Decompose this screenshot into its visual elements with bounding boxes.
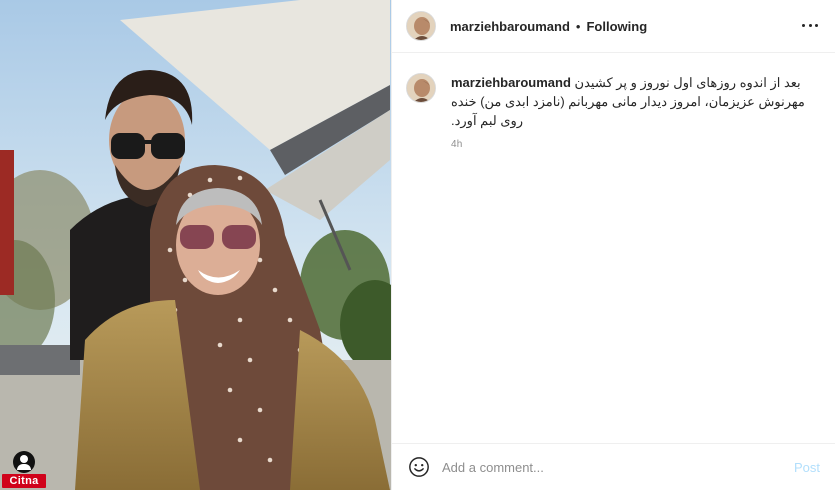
smiley-icon[interactable] [408,456,430,478]
caption: marziehbaroumand بعد از اندوه روزهای اول… [406,73,820,150]
more-dot [815,23,818,27]
separator-dot: • [575,18,581,34]
header-username[interactable]: marziehbaroumand [450,19,570,34]
more-dot [802,23,805,27]
comments-section: marziehbaroumand بعد از اندوه روزهای اول… [392,53,835,443]
caption-text: marziehbaroumand بعد از اندوه روزهای اول… [451,73,820,130]
post-details-panel: marziehbaroumand • Following marziehbaro… [391,0,835,490]
more-horizontal-icon[interactable] [802,17,818,33]
avatar-image [407,12,435,40]
caption-username[interactable]: marziehbaroumand [451,75,571,90]
following-button[interactable]: Following [586,19,647,34]
post-timestamp[interactable]: 4h [451,139,820,150]
more-dot [808,23,812,27]
avatar[interactable] [406,11,436,41]
post-header: marziehbaroumand • Following [392,0,835,53]
instagram-post-modal: Citna marziehbaroumand • Following marzi… [0,0,835,490]
post-photo[interactable]: Citna [0,0,391,490]
comment-input[interactable] [442,459,786,475]
avatar-image [407,74,435,102]
post-image [0,0,391,490]
watermark-label: Citna [2,474,46,488]
user-silhouette-icon [13,451,35,473]
caption-avatar[interactable] [406,73,436,103]
post-comment-button[interactable]: Post [794,460,820,475]
citna-watermark: Citna [2,451,46,488]
caption-body: marziehbaroumand بعد از اندوه روزهای اول… [451,73,820,150]
add-comment-bar: Post [392,443,835,490]
